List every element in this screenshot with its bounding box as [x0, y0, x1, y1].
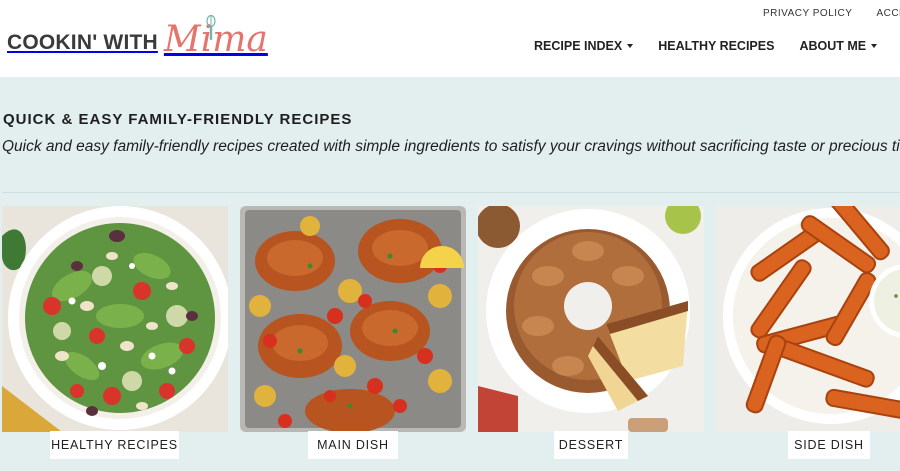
nav-healthy-recipes[interactable]: HEALTHY RECIPES	[658, 39, 774, 53]
card-label-healthy-recipes[interactable]: HEALTHY RECIPES	[50, 431, 179, 459]
whisk-icon	[206, 15, 216, 40]
card-dessert[interactable]	[478, 206, 704, 432]
dessert-image	[478, 206, 704, 432]
logo-script: Mima	[164, 15, 268, 60]
card-side-dish[interactable]	[716, 206, 900, 432]
card-healthy-recipes[interactable]	[2, 206, 228, 432]
side-dish-image	[716, 206, 900, 432]
nav-recipe-index[interactable]: RECIPE INDEX	[534, 39, 634, 53]
card-main-dish[interactable]	[240, 206, 466, 432]
nav-healthy-recipes-label: HEALTHY RECIPES	[658, 39, 775, 53]
section-title: QUICK & EASY FAMILY-FRIENDLY RECIPES	[3, 111, 353, 128]
nav-recipe-index-label: RECIPE INDEX	[534, 39, 623, 53]
nav-about-me[interactable]: ABOUT ME	[799, 39, 878, 53]
logo-text: COOKIN' WITH	[7, 31, 158, 54]
card-label-dessert[interactable]: DESSERT	[554, 431, 628, 459]
site-header: PRIVACY POLICY ACCESSI COOKIN' WITH Mima…	[0, 0, 900, 77]
site-logo[interactable]: COOKIN' WITH Mima	[7, 8, 268, 60]
section-description: Quick and easy family-friendly recipes c…	[2, 138, 900, 155]
accessibility-link[interactable]: ACCESSI	[876, 8, 900, 19]
divider	[2, 192, 900, 193]
salad-image	[2, 206, 228, 432]
nav-about-me-label: ABOUT ME	[799, 39, 867, 53]
caret-down-icon	[627, 43, 634, 48]
privacy-policy-link[interactable]: PRIVACY POLICY	[763, 8, 852, 19]
utility-nav: PRIVACY POLICY ACCESSI	[763, 8, 900, 19]
caret-down-icon	[871, 43, 878, 48]
main-dish-image	[240, 206, 466, 432]
card-label-side-dish[interactable]: SIDE DISH	[788, 431, 870, 459]
card-label-main-dish[interactable]: MAIN DISH	[308, 431, 398, 459]
main-nav: RECIPE INDEX HEALTHY RECIPES ABOUT ME	[534, 38, 900, 54]
